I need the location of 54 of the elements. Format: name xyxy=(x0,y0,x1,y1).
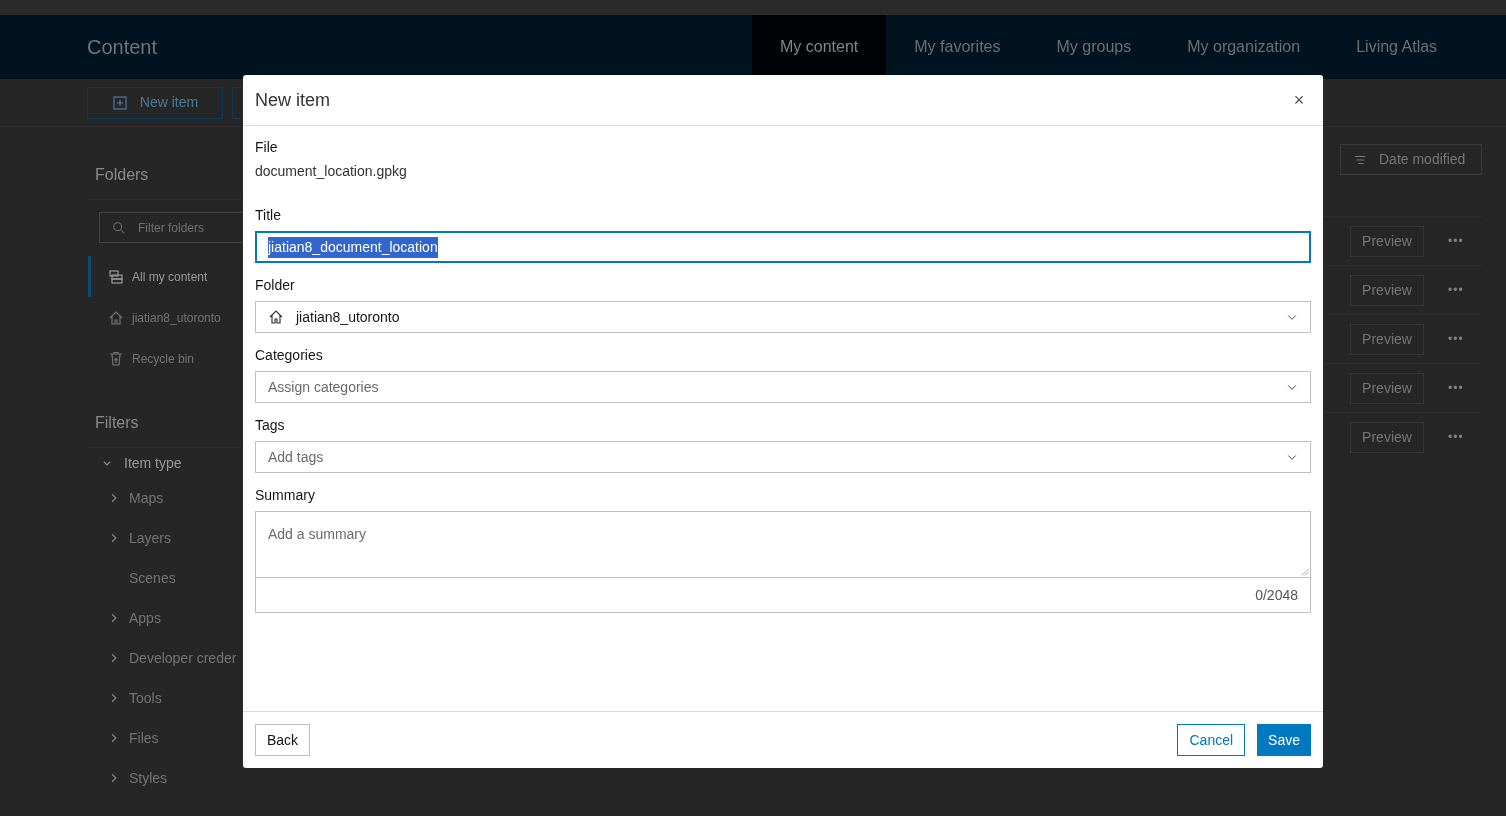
more-button[interactable]: ••• xyxy=(1448,330,1464,348)
search-icon xyxy=(112,220,126,235)
filter-group-header[interactable]: Item type xyxy=(88,448,250,478)
field-label: Categories xyxy=(255,346,324,363)
home-icon xyxy=(268,309,284,325)
folder-item[interactable]: jiatian8_utoronto xyxy=(88,297,250,338)
sort-button[interactable]: Date modified xyxy=(1340,144,1482,175)
recycle-bin-icon xyxy=(108,350,124,367)
field-label: Folder xyxy=(255,276,296,293)
dropdown-field[interactable]: Assign categories xyxy=(255,371,1311,403)
nav-tab[interactable]: My groups xyxy=(1028,15,1160,79)
nav-tab[interactable]: Living Atlas xyxy=(1328,15,1466,79)
cancel-button[interactable]: Cancel xyxy=(1177,724,1246,756)
character-count: 0/2048 xyxy=(1255,585,1298,605)
more-button[interactable]: ••• xyxy=(1448,379,1464,397)
preview-button[interactable]: Preview xyxy=(1350,225,1424,257)
dialog-title: New item xyxy=(255,88,330,112)
field-label: Summary xyxy=(255,486,316,503)
folders-icon xyxy=(108,268,124,285)
field-label: Title xyxy=(255,206,282,223)
add-icon xyxy=(111,94,128,111)
preview-button[interactable]: Preview xyxy=(1350,372,1424,404)
back-button[interactable]: Back xyxy=(255,724,311,756)
page-title: Content xyxy=(86,35,159,60)
more-button[interactable]: ••• xyxy=(1448,281,1464,299)
filter-item[interactable]: Layers xyxy=(88,518,250,558)
filter-item[interactable]: Files xyxy=(88,718,250,758)
folder-item[interactable]: Recycle bin xyxy=(88,338,250,379)
title-field[interactable]: jiatian8_document_location xyxy=(255,231,1311,263)
filter-item[interactable]: Styles xyxy=(88,758,250,798)
save-button[interactable]: Save xyxy=(1257,724,1311,756)
file-name: document_location.gpkg xyxy=(255,162,408,179)
resize-handle-icon xyxy=(1301,568,1309,576)
filter-item[interactable]: Maps xyxy=(88,478,250,518)
preview-button[interactable]: Preview xyxy=(1350,323,1424,355)
dropdown-field[interactable]: jiatian8_utoronto xyxy=(255,301,1311,333)
filter-item[interactable]: Tools xyxy=(88,678,250,718)
summary-field[interactable]: Add a summary 0/2048 xyxy=(255,511,1311,613)
filter-item[interactable]: Apps xyxy=(88,598,250,638)
nav-tab[interactable]: My favorites xyxy=(886,15,1029,79)
field-label: Tags xyxy=(255,416,286,433)
section-heading: Folders xyxy=(94,165,150,185)
section-heading: Filters xyxy=(94,413,140,433)
nav-tab[interactable]: My organization xyxy=(1159,15,1329,79)
dropdown-field[interactable]: Add tags xyxy=(255,441,1311,473)
preview-button[interactable]: Preview xyxy=(1350,421,1424,453)
more-button[interactable]: ••• xyxy=(1448,428,1464,446)
field-label: File xyxy=(255,138,279,155)
new-item-button[interactable]: New item xyxy=(87,86,223,119)
home-icon xyxy=(108,309,124,326)
more-button[interactable]: ••• xyxy=(1448,232,1464,250)
filter-item[interactable]: Developer creder xyxy=(88,638,250,678)
close-button[interactable]: × xyxy=(1287,88,1311,112)
preview-button[interactable]: Preview xyxy=(1350,274,1424,306)
